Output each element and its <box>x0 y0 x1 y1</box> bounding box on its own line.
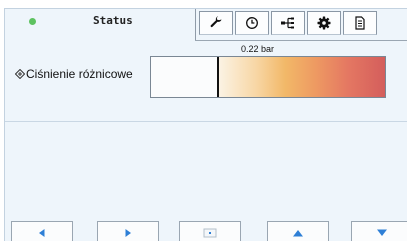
tab-status-label: Status <box>93 14 133 27</box>
clock-icon <box>246 17 258 29</box>
gear-icon <box>317 16 331 30</box>
parameter-label-text: Ciśnienie różnicowe <box>26 67 133 81</box>
tab-network[interactable] <box>271 11 305 35</box>
arrow-down-icon <box>377 229 387 236</box>
arrow-left-icon <box>39 228 45 237</box>
gauge-fill <box>219 57 385 97</box>
hmi-screen: Status Ciśnienie różnicowe 0.22 bar <box>4 8 407 241</box>
gauge-empty-zone <box>151 57 217 97</box>
document-icon <box>355 16 365 30</box>
arrow-right-icon <box>125 228 131 237</box>
tab-bar: Status <box>5 9 407 41</box>
tab-bar-underline <box>195 40 407 41</box>
network-tree-icon <box>281 17 294 29</box>
nav-up-button[interactable] <box>267 221 329 241</box>
diamond-icon <box>15 69 25 79</box>
tab-settings[interactable] <box>307 11 341 35</box>
status-indicator-icon <box>29 18 36 25</box>
nav-previous-button[interactable] <box>11 221 73 241</box>
tab-status[interactable]: Status <box>5 9 196 41</box>
row-divider <box>5 121 407 122</box>
parameter-label[interactable]: Ciśnienie różnicowe <box>15 67 133 81</box>
wrench-icon <box>210 16 222 28</box>
nav-home-button[interactable] <box>179 221 241 241</box>
tab-documents[interactable] <box>343 11 377 35</box>
nav-next-button[interactable] <box>97 221 159 241</box>
gauge-needle <box>217 57 219 97</box>
home-square-icon <box>203 228 217 237</box>
arrow-up-icon <box>293 229 303 236</box>
gauge-value-text: 0.22 bar <box>241 44 275 54</box>
tab-schedule[interactable] <box>235 11 269 35</box>
nav-down-button[interactable] <box>351 221 407 241</box>
tab-service[interactable] <box>199 11 233 35</box>
pressure-gauge <box>150 56 386 98</box>
